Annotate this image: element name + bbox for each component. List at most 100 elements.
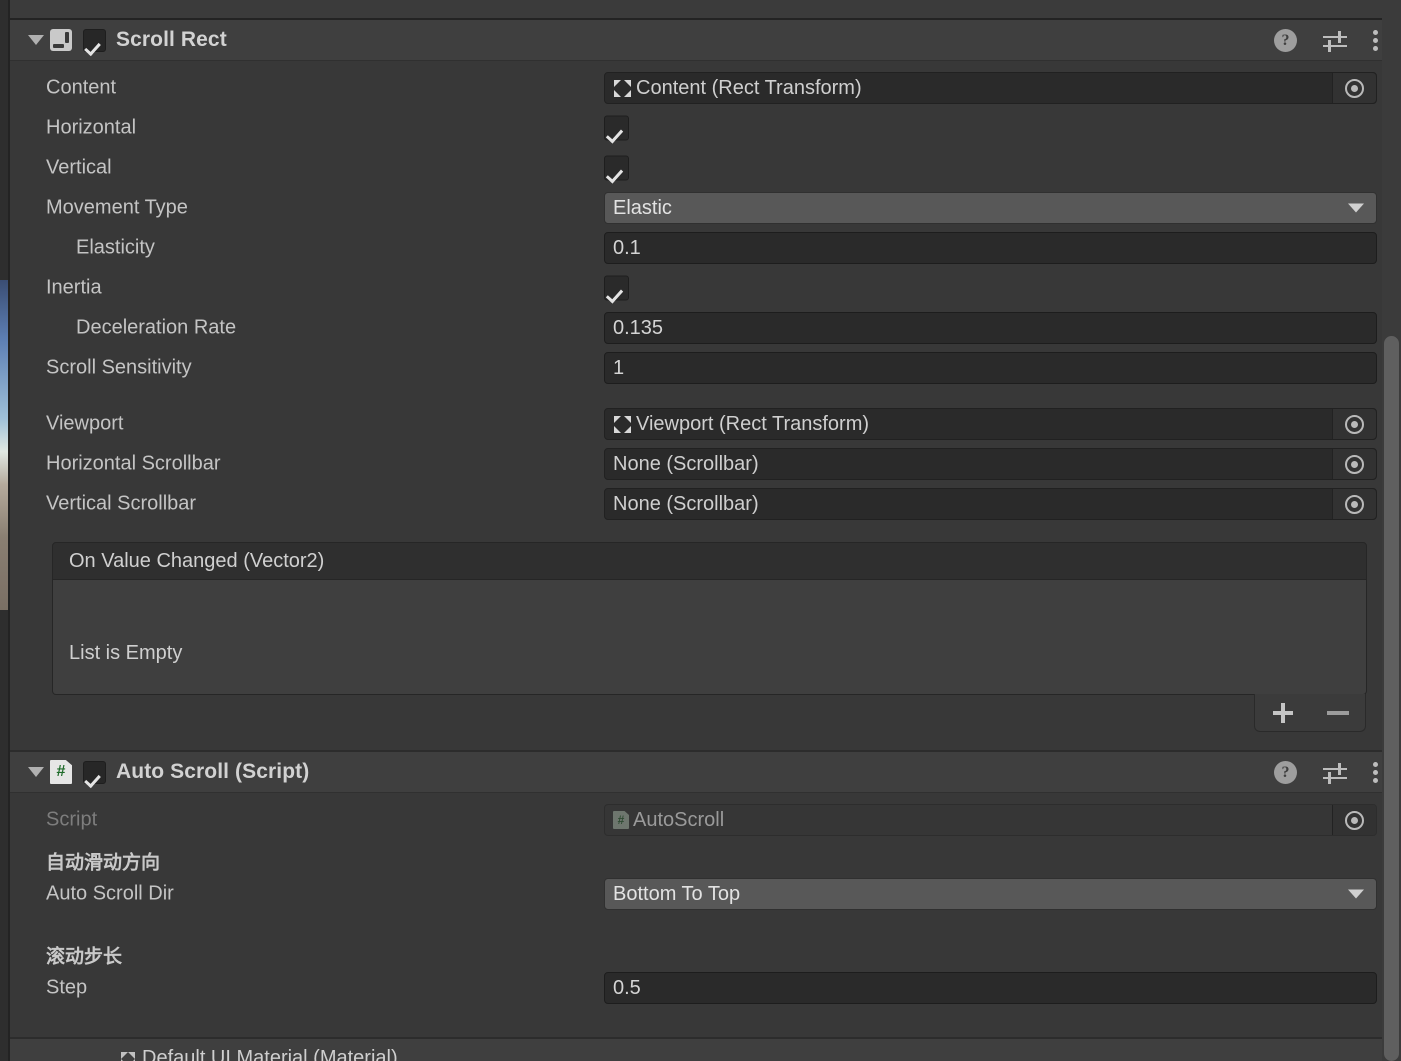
row-script: Script # AutoScroll (10, 800, 1401, 840)
object-field-content-value: Content (Rect Transform) (636, 76, 862, 99)
component-auto-scroll: # Auto Scroll (Script) ? Script # AutoSc… (10, 752, 1401, 1037)
row-content: Content Content (Rect Transform) (10, 68, 1401, 108)
preset-icon[interactable] (1323, 30, 1347, 52)
scene-edge-strip-gradient (0, 280, 8, 610)
scene-edge-strip (0, 0, 8, 280)
auto-scroll-dir-dropdown[interactable]: Bottom To Top (604, 878, 1377, 910)
row-vertical-scrollbar: Vertical Scrollbar None (Scrollbar) (10, 484, 1401, 524)
elasticity-input[interactable]: 0.1 (604, 232, 1377, 264)
object-field-viewport-value: Viewport (Rect Transform) (636, 412, 870, 435)
label-deceleration-rate: Deceleration Rate (76, 316, 237, 339)
horizontal-checkbox[interactable] (604, 115, 629, 141)
preset-icon[interactable] (1323, 762, 1347, 784)
field-vertical (604, 155, 634, 181)
label-vertical-scrollbar: Vertical Scrollbar (46, 492, 197, 515)
csharp-script-icon: # (50, 760, 72, 784)
partial-bottom-value: Default UI Material (Material) (142, 1047, 398, 1061)
component-scroll-rect: Scroll Rect ? Content Content (Rect Tran… (10, 20, 1401, 750)
help-icon[interactable]: ? (1274, 761, 1297, 784)
chevron-down-icon (1348, 889, 1364, 899)
row-horizontal-scrollbar: Horizontal Scrollbar None (Scrollbar) (10, 444, 1401, 484)
object-picker-script-button (1332, 805, 1376, 835)
row-horizontal: Horizontal (10, 108, 1401, 148)
auto-scroll-header[interactable]: # Auto Scroll (Script) ? (10, 752, 1401, 793)
row-step: Step 0.5 (10, 968, 1401, 1008)
inspector-scrollbar-thumb[interactable] (1384, 336, 1399, 1061)
row-inertia: Inertia (10, 268, 1401, 308)
foldout-triangle-icon[interactable] (28, 35, 44, 45)
label-elasticity: Elasticity (76, 236, 155, 259)
csharp-script-icon: # (613, 811, 629, 829)
inertia-checkbox[interactable] (604, 275, 629, 301)
field-viewport[interactable]: Viewport (Rect Transform) (604, 408, 1377, 440)
row-auto-scroll-dir-header: 自动滑动方向 (10, 846, 1401, 876)
row-auto-scroll-dir: Auto Scroll Dir Bottom To Top (10, 874, 1401, 914)
kebab-menu-icon[interactable] (1373, 29, 1379, 52)
scene-edge-strip-bottom (0, 610, 8, 1061)
movement-type-dropdown[interactable]: Elastic (604, 192, 1377, 224)
inspector-panel: Scroll Rect ? Content Content (Rect Tran… (0, 0, 1401, 1061)
scroll-sensitivity-input[interactable]: 1 (604, 352, 1377, 384)
object-field-vertical-scrollbar[interactable]: None (Scrollbar) (604, 488, 1377, 520)
label-auto-scroll-dir-header: 自动滑动方向 (46, 852, 161, 874)
rect-transform-icon (613, 79, 632, 98)
label-step: Step (46, 976, 88, 999)
event-list-header: On Value Changed (Vector2) (52, 542, 1367, 580)
deceleration-rate-input[interactable]: 0.135 (604, 312, 1377, 344)
kebab-menu-icon[interactable] (1373, 761, 1379, 784)
object-field-horizontal-scrollbar[interactable]: None (Scrollbar) (604, 448, 1377, 480)
auto-scroll-title: Auto Scroll (Script) (116, 760, 310, 783)
help-icon[interactable]: ? (1274, 29, 1297, 52)
field-inertia (604, 275, 634, 301)
field-horizontal-scrollbar[interactable]: None (Scrollbar) (604, 448, 1377, 480)
object-field-script-value: AutoScroll (633, 808, 725, 831)
row-elasticity: Elasticity 0.1 (10, 228, 1401, 268)
label-horizontal: Horizontal (46, 116, 137, 139)
label-auto-scroll-dir: Auto Scroll Dir (46, 882, 174, 905)
chevron-down-icon (1348, 203, 1364, 213)
object-field-horizontal-scrollbar-value: None (Scrollbar) (613, 452, 759, 475)
rect-transform-icon (613, 415, 632, 434)
object-field-viewport[interactable]: Viewport (Rect Transform) (604, 408, 1377, 440)
row-movement-type: Movement Type Elastic (10, 188, 1401, 228)
scroll-rect-header[interactable]: Scroll Rect ? (10, 20, 1401, 61)
object-field-content[interactable]: Content (Rect Transform) (604, 72, 1377, 104)
row-deceleration-rate: Deceleration Rate 0.135 (10, 308, 1401, 348)
label-script: Script (46, 808, 98, 831)
field-movement-type[interactable]: Elastic (604, 192, 1377, 224)
foldout-triangle-icon[interactable] (28, 767, 44, 777)
vertical-checkbox[interactable] (604, 155, 629, 181)
label-scroll-sensitivity: Scroll Sensitivity (46, 356, 192, 379)
row-viewport: Viewport Viewport (Rect Transform) (10, 404, 1401, 444)
field-step[interactable]: 0.5 (604, 972, 1377, 1004)
object-picker-viewport-button[interactable] (1332, 409, 1376, 439)
object-field-script: # AutoScroll (604, 804, 1377, 836)
auto-scroll-enabled-checkbox[interactable] (83, 760, 106, 784)
label-content: Content (46, 76, 117, 99)
add-event-button[interactable] (1272, 702, 1294, 724)
object-picker-vertical-scrollbar-button[interactable] (1332, 489, 1376, 519)
auto-scroll-header-icons: ? (1274, 752, 1379, 793)
movement-type-value: Elastic (613, 196, 672, 219)
object-picker-horizontal-scrollbar-button[interactable] (1332, 449, 1376, 479)
label-inertia: Inertia (46, 276, 102, 299)
object-picker-content-button[interactable] (1332, 73, 1376, 103)
field-horizontal (604, 115, 634, 141)
label-horizontal-scrollbar: Horizontal Scrollbar (46, 452, 221, 475)
auto-scroll-dir-value: Bottom To Top (613, 882, 741, 905)
field-elasticity[interactable]: 0.1 (604, 232, 1377, 264)
row-step-header: 滚动步长 (10, 940, 1401, 970)
field-content[interactable]: Content (Rect Transform) (604, 72, 1377, 104)
field-vertical-scrollbar[interactable]: None (Scrollbar) (604, 488, 1377, 520)
field-deceleration-rate[interactable]: 0.135 (604, 312, 1377, 344)
partial-bottom-component: Default UI Material (Material) (10, 1039, 1382, 1061)
object-field-vertical-scrollbar-value: None (Scrollbar) (613, 492, 759, 515)
field-auto-scroll-dir[interactable]: Bottom To Top (604, 878, 1377, 910)
row-vertical: Vertical (10, 148, 1401, 188)
row-scroll-sensitivity: Scroll Sensitivity 1 (10, 348, 1401, 388)
step-input[interactable]: 0.5 (604, 972, 1377, 1004)
label-step-header: 滚动步长 (46, 946, 123, 968)
scroll-rect-enabled-checkbox[interactable] (83, 28, 106, 52)
remove-event-button[interactable] (1326, 710, 1349, 715)
field-scroll-sensitivity[interactable]: 1 (604, 352, 1377, 384)
